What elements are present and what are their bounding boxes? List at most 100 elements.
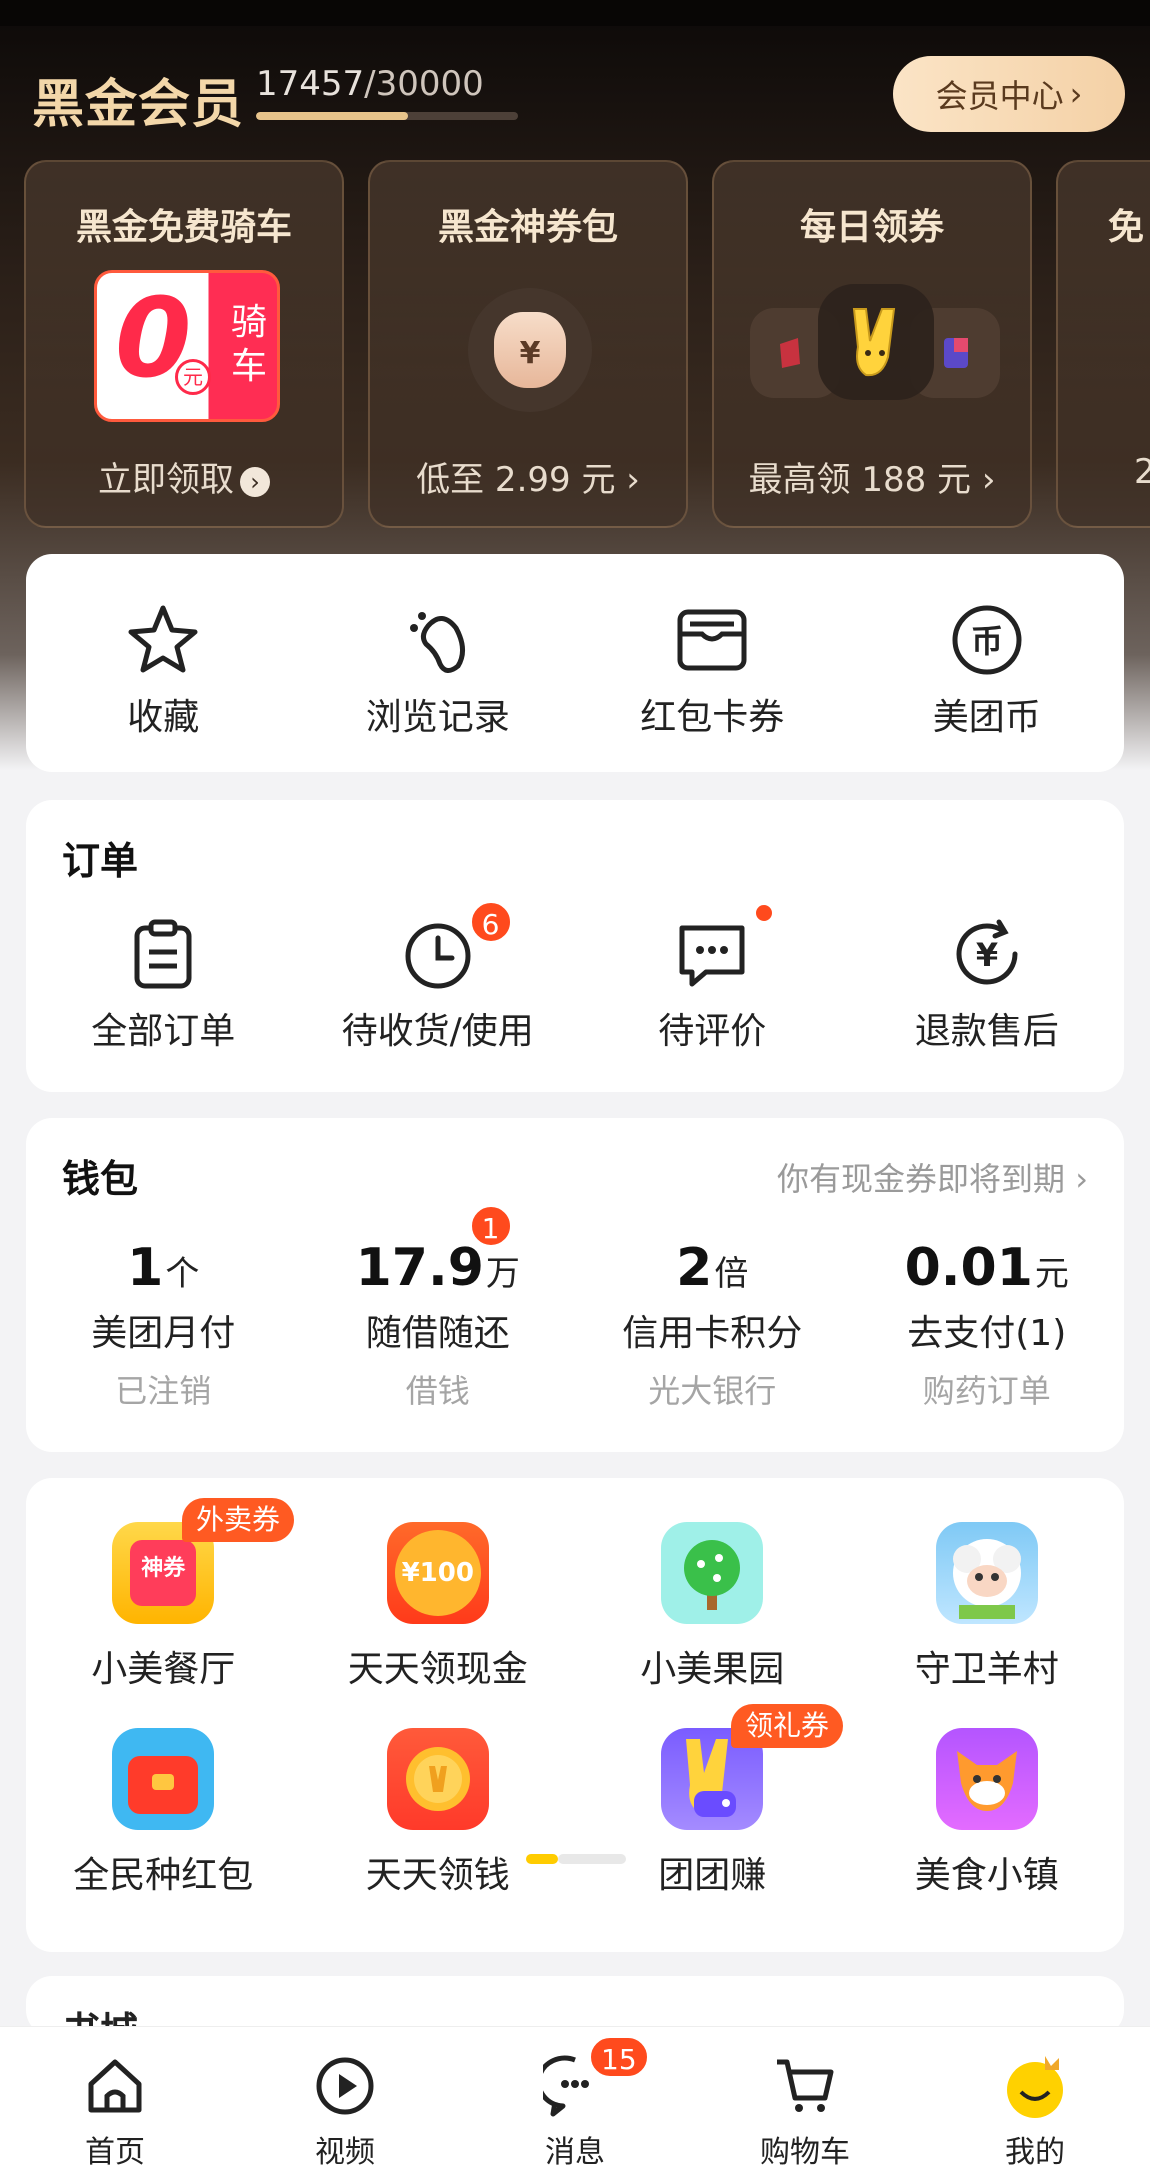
kangaroo-ear-icon [818,284,934,400]
order-label: 待收货/使用 [341,1011,534,1052]
order-all[interactable]: 全部订单 [26,912,301,1054]
tab-home[interactable]: 首页 [0,2027,230,2181]
perk-title: 每日领券 [799,207,944,248]
wallet-sub: 光大银行 [648,1372,777,1410]
perk-card-coupon-pack[interactable]: 黑金神券包 ¥ 低至 2.99 元 › [368,160,688,528]
tab-messages[interactable]: 15 消息 [460,2027,690,2181]
wallet-loan[interactable]: 1 17.9万 随借随还 借钱 [301,1204,576,1412]
review-dot [753,902,775,924]
wallet-to-pay[interactable]: 0.01元 去支付(1) 购药订单 [850,1238,1125,1412]
app-tag: 外卖券 [182,1498,295,1542]
refund-icon: ¥ [850,912,1125,996]
app-xiaomei-restaurant[interactable]: 神券 外卖券 小美餐厅 [26,1498,301,1728]
order-pending[interactable]: 6 待收货/使用 [301,900,576,1054]
wallet-title: 钱包 [62,1157,139,1201]
member-center-label: 会员中心 [935,77,1064,115]
svg-text:币: 币 [971,622,1003,660]
money-bag-icon: ¥ [468,288,592,412]
ride-text: 骑车 [230,302,267,387]
video-play-icon [230,2051,460,2121]
chevron-right-icon: › [971,460,996,500]
app-red-packet[interactable]: 全民种红包 [26,1728,301,1934]
progress-current: 17457 [256,64,365,104]
app-daily-money[interactable]: 天天领钱 [301,1728,576,1934]
quick-coupons[interactable]: 红包卡券 [575,598,850,740]
gold-coin-icon [386,1728,489,1830]
tab-label: 视频 [315,2135,375,2170]
profile-face-icon [920,2051,1150,2121]
zero-yuan-ride-icon: 0 元 骑车 [94,270,280,422]
wallet-unit: 个 [165,1254,200,1294]
tab-label: 首页 [85,2135,145,2170]
sheep-icon [935,1522,1038,1624]
coupon-icons [750,276,1000,426]
orders-card: 订单 全部订单 6 待收货/使用 待评价 ¥ 退款售后 [26,800,1124,1092]
perk-subtitle-text: 低至 2.99 元 [416,460,616,500]
progress-total: /30000 [364,64,484,104]
wallet-unit: 倍 [714,1254,749,1294]
perk-title: 黑金神券包 [437,207,618,248]
chevron-right-icon: › [1069,75,1083,113]
star-icon [26,598,301,682]
tab-cart[interactable]: 购物车 [690,2027,920,2181]
perk-card-free-ride[interactable]: 黑金免费骑车 0 元 骑车 立即领取 › [24,160,344,528]
membership-progress-bar [256,112,518,120]
app-daily-cash[interactable]: ¥100 天天领现金 [301,1522,576,1728]
cash-icon-text: ¥100 [394,1530,481,1616]
perk-subtitle-text: 立即领取 [98,460,234,500]
app-name: 美食小镇 [914,1855,1059,1896]
carousel-pager [526,1854,626,1864]
tab-label: 购物车 [760,2135,850,2170]
order-label: 退款售后 [914,1011,1059,1052]
wallet-credit-points[interactable]: 2倍 信用卡积分 光大银行 [575,1238,850,1412]
mini-apps-card: 神券 外卖券 小美餐厅 ¥100 天天领现金 小美果园 守卫羊村 全民种红包 天… [26,1478,1124,1952]
wallet-value: 1 [127,1238,164,1298]
wallet-sub: 购药订单 [922,1372,1051,1410]
quick-meituan-coin[interactable]: 币 美团币 [850,598,1125,740]
wallet-expiry-notice[interactable]: 你有现金券即将到期 › [777,1154,1088,1200]
app-name: 小美餐厅 [91,1649,236,1690]
order-review[interactable]: 待评价 [575,902,850,1054]
app-name: 全民种红包 [73,1855,254,1896]
perk-title: 免 [1108,207,1145,248]
app-food-town[interactable]: 美食小镇 [850,1728,1125,1934]
tab-video[interactable]: 视频 [230,2027,460,2181]
quick-label: 浏览记录 [365,697,510,738]
wallet-monthly-pay[interactable]: 1个 美团月付 已注销 [26,1238,301,1412]
clock-icon [301,912,576,996]
perk-card-partial[interactable]: 免 2 [1056,160,1150,528]
quick-label: 收藏 [127,697,200,738]
comment-icon [575,912,850,996]
wallet-name: 信用卡积分 [622,1313,803,1354]
messages-badge: 15 [588,2035,650,2079]
perk-card-daily-coupon[interactable]: 每日领券 最高领 188 元 › [712,160,1032,528]
tab-mine[interactable]: 我的 [920,2027,1150,2181]
member-center-button[interactable]: 会员中心 › [893,56,1125,132]
perk-carousel[interactable]: 黑金免费骑车 0 元 骑车 立即领取 › 黑金神券包 ¥ 低至 2.99 元 › … [24,160,1150,530]
app-guard-sheep-village[interactable]: 守卫羊村 [850,1522,1125,1728]
svg-text:¥: ¥ [976,936,998,974]
tab-label: 消息 [545,2135,605,2170]
app-orchard[interactable]: 小美果园 [575,1522,850,1728]
tree-icon [661,1522,764,1624]
app-tag: 领礼券 [731,1704,844,1748]
wallet-value: 0.01 [904,1238,1033,1298]
cart-icon [690,2051,920,2121]
chevron-right-icon: › [1075,1160,1088,1198]
fox-icon [935,1728,1038,1830]
clipboard-icon [26,912,301,996]
perk-subtitle: 立即领取 › [26,452,342,501]
quick-favorites[interactable]: 收藏 [26,598,301,740]
wallet-unit: 万 [485,1254,520,1294]
pending-badge: 6 [468,900,513,944]
order-label: 全部订单 [91,1011,236,1052]
status-bar [0,0,1150,26]
chevron-circle-icon: › [240,466,270,497]
membership-title: 黑金会员 [32,75,245,135]
order-refund[interactable]: ¥ 退款售后 [850,912,1125,1054]
home-icon [0,2051,230,2121]
quick-history[interactable]: 浏览记录 [301,598,576,740]
app-tuantuan-earn[interactable]: 领礼券 团团赚 [575,1704,850,1934]
order-label: 待评价 [658,1011,767,1052]
money-bag-symbol: ¥ [494,312,566,388]
